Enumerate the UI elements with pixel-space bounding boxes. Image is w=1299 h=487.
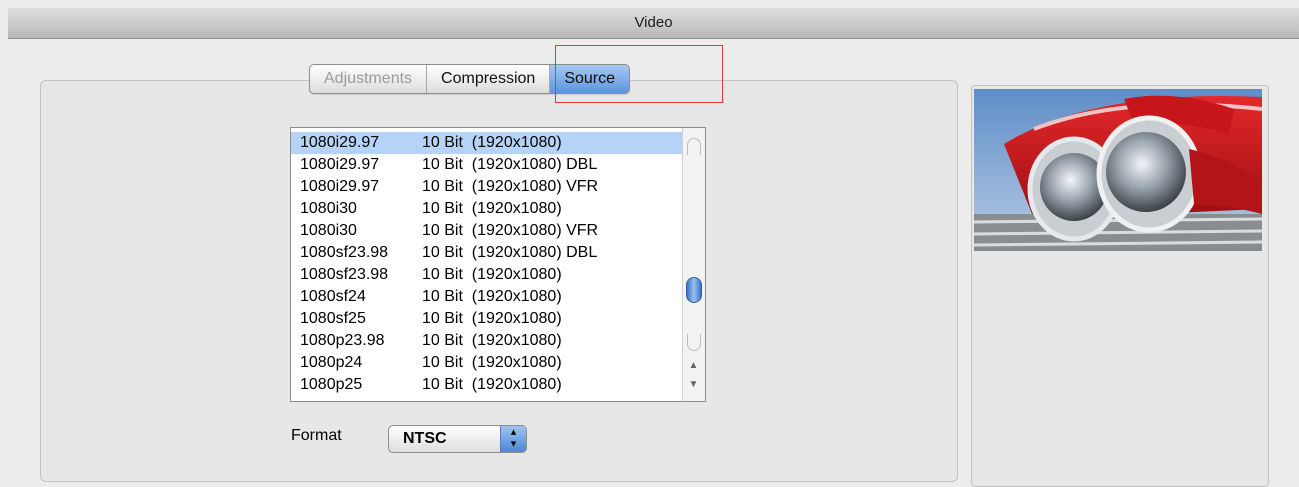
list-item[interactable]: 1080sf24 10 Bit (1920x1080): [291, 286, 684, 308]
scroll-up-arrow-icon[interactable]: ▲: [683, 357, 704, 375]
highlight-annotation: [555, 45, 723, 103]
tab-adjustments[interactable]: Adjustments: [310, 65, 428, 93]
format-name: 1080i29.97: [300, 156, 380, 173]
scroll-down-arrow-icon[interactable]: ▼: [683, 376, 704, 394]
window-title-bar: Video: [8, 8, 1299, 39]
scroll-track-top: [687, 138, 701, 155]
format-name: 1080sf25: [300, 310, 366, 327]
format-name: 1080i30: [300, 222, 357, 239]
list-item[interactable]: 1080p24 10 Bit (1920x1080): [291, 352, 684, 374]
format-label: Format: [291, 427, 342, 444]
format-spec: 10 Bit (1920x1080) DBL: [422, 244, 598, 261]
format-spec: 10 Bit (1920x1080): [422, 266, 562, 283]
format-name: 1080sf23.98: [300, 244, 389, 261]
format-spec: 10 Bit (1920x1080): [422, 200, 562, 217]
format-name: 1080p25: [300, 376, 363, 393]
preview-thumbnail: [974, 89, 1262, 251]
list-item[interactable]: 1080sf23.98 10 Bit (1920x1080): [291, 264, 684, 286]
format-spec: 10 Bit (1920x1080) VFR: [422, 178, 599, 195]
window-title: Video: [634, 14, 673, 31]
tab-compression[interactable]: Compression: [427, 65, 551, 93]
format-spec: 10 Bit (1920x1080): [422, 288, 562, 305]
format-popup-value: NTSC: [403, 430, 447, 447]
list-item[interactable]: 1080sf23.98 10 Bit (1920x1080) DBL: [291, 242, 684, 264]
format-spec: 10 Bit (1920x1080) DBL: [422, 156, 598, 173]
format-name: 1080p23.98: [300, 332, 385, 349]
source-format-list[interactable]: 1080i29.97 10 Bit (1920x1080) 1080i29.97 10…: [290, 127, 706, 402]
vertical-scrollbar[interactable]: ▲ ▼: [682, 128, 705, 401]
format-spec: 10 Bit (1920x1080): [422, 354, 562, 371]
format-name: 1080p24: [300, 354, 363, 371]
format-name: 1080i30: [300, 200, 357, 217]
format-spec: 10 Bit (1920x1080): [422, 134, 562, 151]
list-item[interactable]: 1080sf25 10 Bit (1920x1080): [291, 308, 684, 330]
car-headlights-image: [974, 89, 1262, 251]
format-spec: 10 Bit (1920x1080): [422, 376, 562, 393]
list-item[interactable]: 1080p25 10 Bit (1920x1080): [291, 374, 684, 396]
format-spec: 10 Bit (1920x1080): [422, 332, 562, 349]
list-item[interactable]: 1080i29.97 10 Bit (1920x1080) DBL: [291, 154, 684, 176]
popup-stepper-icon[interactable]: ▴ ▾: [500, 426, 526, 452]
scroll-track-bottom: [687, 334, 701, 351]
format-name: 1080i29.97: [300, 178, 380, 195]
format-spec: 10 Bit (1920x1080): [422, 310, 562, 327]
format-spec: 10 Bit (1920x1080) VFR: [422, 222, 599, 239]
format-name: 1080sf23.98: [300, 266, 389, 283]
format-name: 1080i29.97: [300, 134, 380, 151]
scroll-thumb[interactable]: [686, 277, 702, 303]
format-list-rows: 1080i29.97 10 Bit (1920x1080) 1080i29.97 10…: [291, 132, 684, 396]
list-item[interactable]: 1080i29.97 10 Bit (1920x1080) VFR: [291, 176, 684, 198]
format-popup[interactable]: NTSC ▴ ▾: [388, 425, 527, 453]
list-item[interactable]: 1080i29.97 10 Bit (1920x1080): [291, 132, 684, 154]
list-item[interactable]: 1080p23.98 10 Bit (1920x1080): [291, 330, 684, 352]
list-item[interactable]: 1080i30 10 Bit (1920x1080) VFR: [291, 220, 684, 242]
list-item[interactable]: 1080i30 10 Bit (1920x1080): [291, 198, 684, 220]
format-name: 1080sf24: [300, 288, 366, 305]
